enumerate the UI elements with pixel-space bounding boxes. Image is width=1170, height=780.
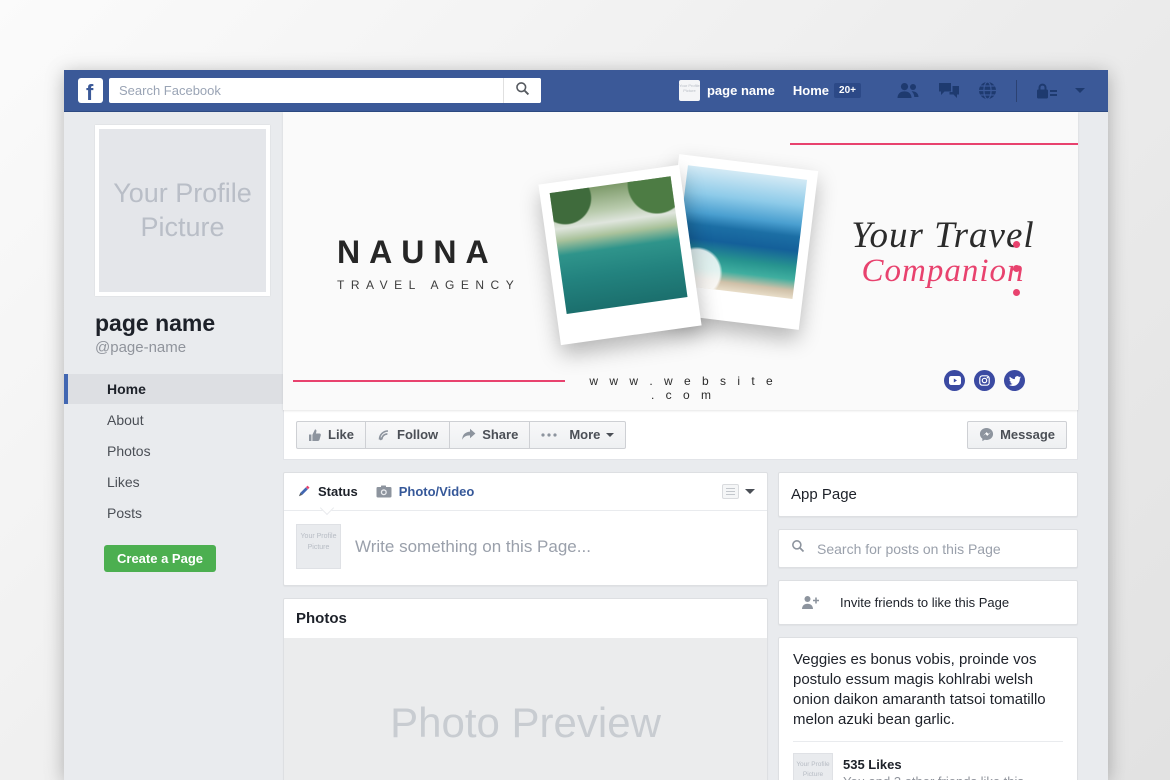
slogan-line-1: Your Travel [818, 214, 1068, 257]
right-column: App Page Invite friends to like this Pag… [778, 472, 1078, 780]
search-icon [515, 81, 530, 101]
message-icon [979, 427, 994, 442]
notification-count-badge: 20+ [834, 83, 861, 98]
slogan-line-2: Companion [818, 253, 1068, 290]
follow-button[interactable]: Follow [365, 421, 450, 449]
navbar-home-link[interactable]: Home [793, 83, 829, 98]
page-handle: @page-name [95, 339, 283, 356]
create-page-button[interactable]: Create a Page [104, 545, 216, 572]
cover-website-url: w w w . w e b s i t e . c o m [583, 374, 783, 402]
facebook-search-bar [109, 78, 541, 103]
brand-name: NAUNA [337, 234, 520, 271]
cover-photo[interactable]: NAUNA TRAVEL AGENCY Your Travel Companio… [283, 112, 1078, 410]
search-button[interactable] [503, 78, 541, 103]
page-action-bar: Like Follow Share More [283, 410, 1078, 460]
notifications-globe-icon[interactable] [978, 81, 997, 100]
friend-requests-icon[interactable] [896, 82, 920, 99]
messages-icon[interactable] [938, 82, 960, 99]
like-icon [308, 428, 322, 442]
more-ellipsis-icon [541, 433, 557, 437]
likes-count[interactable]: 535 Likes [843, 757, 1024, 772]
avatar[interactable]: Your Profile Picture [679, 80, 700, 101]
sidebar-item-likes[interactable]: Likes [64, 467, 283, 497]
account-caret-icon[interactable] [1075, 88, 1085, 93]
facebook-page-mockup: f Your Profile Picture page name Home 20… [64, 70, 1108, 780]
divider [793, 741, 1063, 742]
brand-tagline: TRAVEL AGENCY [337, 278, 520, 292]
profile-picture-placeholder[interactable]: Your Profile Picture [95, 125, 270, 296]
more-button[interactable]: More [529, 421, 626, 449]
cover-slogan: Your Travel Companion [818, 214, 1068, 290]
posts-search-icon [791, 539, 805, 558]
share-button[interactable]: Share [449, 421, 530, 449]
cover-accent-dots [1013, 241, 1020, 313]
cover-accent-line-bottom [293, 380, 565, 382]
cover-brand: NAUNA TRAVEL AGENCY [337, 234, 520, 292]
invite-friends-label: Invite friends to like this Page [840, 595, 1009, 610]
composer-caret-icon [745, 489, 755, 494]
sidebar-item-about[interactable]: About [64, 405, 283, 435]
polaroid-photo-pool [538, 165, 701, 345]
post-card: Veggies es bonus vobis, proinde vos post… [778, 637, 1078, 780]
sidebar-item-posts[interactable]: Posts [64, 498, 283, 528]
tab-photo-video[interactable]: Photo/Video [376, 484, 475, 499]
composer-options-icon [722, 484, 739, 499]
composer-input[interactable]: Write something on this Page... [355, 537, 591, 557]
composer-options[interactable] [722, 484, 755, 499]
cover-social-icons [944, 370, 1034, 391]
sidebar-item-home[interactable]: Home [64, 374, 283, 404]
invite-friend-icon [801, 595, 820, 610]
twitter-icon[interactable] [1004, 370, 1025, 391]
top-navbar: f Your Profile Picture page name Home 20… [64, 70, 1108, 112]
status-composer: Status Photo/Video [283, 472, 768, 586]
cover-accent-line-top [790, 143, 1078, 145]
like-button[interactable]: Like [296, 421, 366, 449]
tab-status[interactable]: Status [296, 484, 358, 499]
likes-friends-text: You and 3 other friends like this [843, 774, 1024, 780]
facebook-logo[interactable]: f [78, 78, 103, 103]
navbar-page-name[interactable]: page name [707, 83, 775, 98]
photos-section-title: Photos [284, 599, 767, 638]
instagram-icon[interactable] [974, 370, 995, 391]
message-button[interactable]: Message [967, 421, 1067, 449]
app-page-card[interactable]: App Page [778, 472, 1078, 517]
photos-section: Photos Photo Preview [283, 598, 768, 780]
posts-column: Status Photo/Video [283, 472, 768, 780]
post-text: Veggies es bonus vobis, proinde vos post… [793, 650, 1063, 730]
navbar-divider [1016, 80, 1017, 102]
page-title: page name [95, 310, 283, 337]
composer-avatar: Your Profile Picture [296, 524, 341, 569]
left-sidebar: Your Profile Picture page name @page-nam… [64, 112, 283, 780]
more-caret-icon [606, 433, 614, 437]
photo-preview-label: Photo Preview [390, 699, 661, 747]
camera-icon [376, 485, 392, 498]
sidebar-nav: Home About Photos Likes Posts [64, 374, 283, 528]
share-icon [461, 428, 476, 441]
privacy-shortcuts-icon[interactable] [1036, 83, 1057, 99]
invite-friends-card[interactable]: Invite friends to like this Page [778, 580, 1078, 625]
youtube-icon[interactable] [944, 370, 965, 391]
main-content: NAUNA TRAVEL AGENCY Your Travel Companio… [283, 112, 1108, 780]
follow-icon [377, 428, 391, 442]
search-input[interactable] [109, 83, 503, 98]
sidebar-item-photos[interactable]: Photos [64, 436, 283, 466]
status-pencil-icon [296, 484, 311, 499]
search-posts-card [778, 529, 1078, 568]
posts-search-input[interactable] [817, 541, 1065, 557]
post-avatar: Your Profile Picture [793, 753, 833, 780]
photo-preview-area[interactable]: Photo Preview [284, 638, 767, 780]
